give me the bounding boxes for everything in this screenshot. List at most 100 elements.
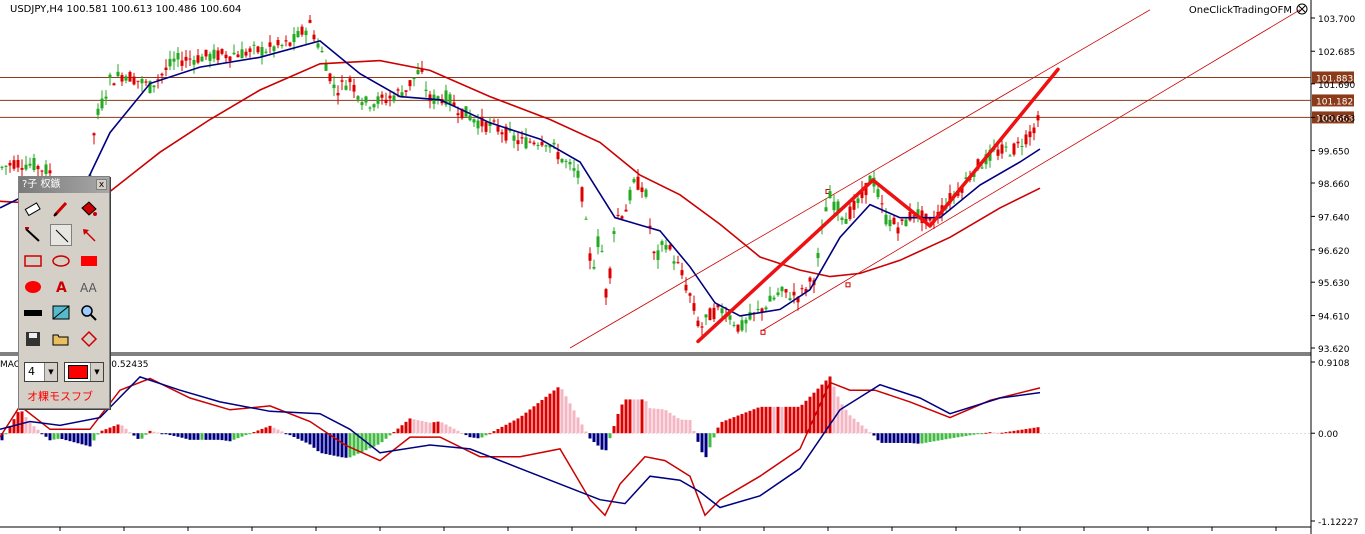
ea-name: OneClickTradingOFM [1189, 5, 1292, 16]
macd-histogram-bar [636, 399, 640, 434]
close-icon[interactable]: x [96, 179, 107, 190]
macd-histogram-bar [4, 433, 8, 435]
candle-body [600, 250, 604, 252]
macd-histogram-bar [100, 430, 104, 434]
macd-histogram-bar [904, 433, 908, 443]
macd-histogram-bar [112, 426, 116, 434]
rectangle-filled-icon[interactable] [78, 250, 100, 272]
zoom-icon[interactable] [78, 302, 100, 324]
candle-body [584, 218, 588, 220]
macd-histogram-bar [168, 433, 172, 436]
candle-body [568, 162, 572, 165]
candle-body [216, 50, 220, 61]
rectangle-outline-icon[interactable] [22, 250, 44, 272]
macd-histogram-bar [660, 409, 664, 434]
chart[interactable]: 101.883101.182100.663 103.700102.685101.… [0, 0, 1365, 534]
macd-histogram-bar [1036, 427, 1040, 434]
macd-histogram-bar [604, 433, 608, 451]
paint-bucket-icon[interactable] [78, 198, 100, 220]
macd-histogram-bar [728, 418, 732, 434]
macd-histogram-bar [756, 407, 760, 434]
open-folder-icon[interactable] [50, 328, 72, 350]
macd-histogram-bar [108, 427, 112, 434]
candle-body [228, 56, 232, 61]
macd-histogram-bar [288, 433, 292, 436]
candle-body [520, 137, 524, 139]
macd-histogram-bar [972, 433, 976, 435]
macd-histogram-bar [32, 426, 36, 434]
candle-body [660, 241, 664, 245]
candle-body [536, 144, 540, 146]
macd-histogram-bar [296, 433, 300, 439]
macd-histogram-bar [1020, 429, 1024, 434]
eraser-icon[interactable] [22, 198, 44, 220]
macd-histogram-bar [116, 424, 120, 434]
macd-histogram-bar [72, 433, 76, 443]
macd-histogram-bar [1016, 430, 1020, 434]
macd-histogram-bar [300, 433, 304, 441]
channel-anchor-point[interactable] [845, 282, 851, 288]
chevron-down-icon[interactable]: ▼ [44, 363, 57, 381]
screenshot-icon[interactable] [50, 302, 72, 324]
toolbar-title-bar[interactable]: ?子 权鏃 x [19, 177, 109, 193]
candle-body [732, 324, 736, 326]
svg-text:AA: AA [80, 281, 98, 295]
candle-body [252, 44, 256, 46]
candle-body [676, 262, 680, 264]
macd-histogram-bar [588, 433, 592, 439]
macd-histogram-bar [792, 406, 796, 434]
macd-histogram-bar [820, 384, 824, 434]
macd-histogram-bar [244, 433, 248, 436]
candle-body [36, 165, 40, 170]
candle-body [220, 49, 224, 54]
save-icon[interactable] [22, 328, 44, 350]
candle-body [44, 164, 48, 174]
pen-icon[interactable] [50, 198, 72, 220]
macd-histogram-bar [456, 430, 460, 434]
candle-body [332, 84, 336, 89]
line-size-select[interactable]: 4 ▼ [24, 362, 58, 382]
horizontal-level-label: 101.182 [1316, 97, 1353, 107]
macd-histogram-bar [316, 433, 320, 452]
symbol-info: USDJPY,H4 100.581 100.613 100.486 100.60… [10, 4, 241, 15]
color-select[interactable]: ▼ [64, 362, 104, 382]
macd-histogram-bar [388, 433, 392, 436]
arrow-tool-icon[interactable] [78, 224, 100, 246]
drawing-toolbar[interactable]: ?子 权鏃 x A AA 4 ▼ ▼ オ粿モスフブ [18, 176, 110, 409]
macd-histogram-bar [496, 429, 500, 434]
chevron-down-icon[interactable]: ▼ [90, 363, 103, 381]
macd-histogram-bar [544, 396, 548, 434]
candle-body [636, 176, 640, 190]
line-tool-icon[interactable] [50, 224, 72, 246]
color-bar-icon[interactable] [22, 302, 44, 324]
macd-histogram-bar [776, 406, 780, 434]
candle-body [356, 96, 360, 100]
ellipse-filled-icon[interactable] [22, 276, 44, 298]
macd-histogram-bar [648, 408, 652, 434]
candle-body [268, 42, 272, 47]
ellipse-outline-icon[interactable] [50, 250, 72, 272]
candle-body [1016, 141, 1020, 144]
candle-body [104, 96, 108, 99]
candle-body [368, 107, 372, 109]
channel-anchor-point[interactable] [760, 329, 766, 335]
price-tick-label: 97.640 [1318, 213, 1350, 223]
price-tick-label: 94.610 [1318, 313, 1350, 323]
macd-histogram-bar [832, 386, 836, 434]
macd-histogram-bar [552, 390, 556, 434]
macd-histogram-bar [944, 433, 948, 440]
price-tick-label: 101.690 [1318, 81, 1355, 91]
candle-body [772, 297, 776, 300]
diamond-icon[interactable] [78, 328, 100, 350]
candle-body [12, 160, 16, 169]
pencil-line-icon[interactable] [22, 224, 44, 246]
candle-body [576, 170, 580, 178]
price-tick-label: 99.650 [1318, 148, 1350, 158]
candle-body [708, 308, 712, 321]
font-size-icon[interactable]: AA [78, 276, 100, 298]
macd-histogram-bar [788, 406, 792, 434]
macd-histogram-bar [1008, 431, 1012, 434]
macd-histogram-bar [396, 428, 400, 434]
text-tool-icon[interactable]: A [50, 276, 72, 298]
macd-histogram-bar [484, 433, 488, 436]
